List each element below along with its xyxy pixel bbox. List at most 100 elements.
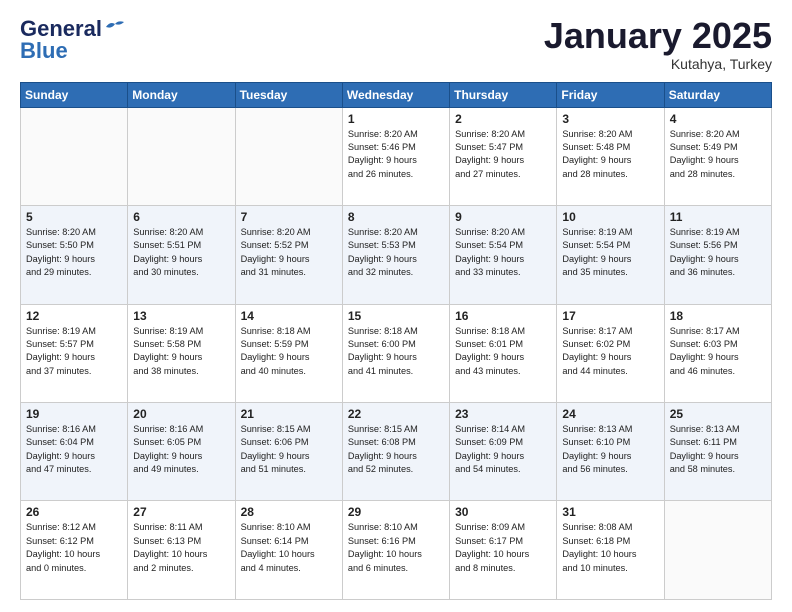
table-row: 18 Sunrise: 8:17 AM Sunset: 6:03 PM Dayli… xyxy=(664,304,771,402)
day-info: Sunrise: 8:20 AM Sunset: 5:48 PM Dayligh… xyxy=(562,128,658,181)
table-row: 1 Sunrise: 8:20 AM Sunset: 5:46 PM Daylig… xyxy=(342,107,449,205)
calendar-table: Sunday Monday Tuesday Wednesday Thursday… xyxy=(20,82,772,600)
day-number: 3 xyxy=(562,112,658,126)
col-monday: Monday xyxy=(128,82,235,107)
day-info: Sunrise: 8:20 AM Sunset: 5:51 PM Dayligh… xyxy=(133,226,229,279)
day-number: 5 xyxy=(26,210,122,224)
table-row: 3 Sunrise: 8:20 AM Sunset: 5:48 PM Daylig… xyxy=(557,107,664,205)
day-number: 27 xyxy=(133,505,229,519)
col-friday: Friday xyxy=(557,82,664,107)
day-number: 9 xyxy=(455,210,551,224)
col-tuesday: Tuesday xyxy=(235,82,342,107)
table-row: 6 Sunrise: 8:20 AM Sunset: 5:51 PM Daylig… xyxy=(128,206,235,304)
day-info: Sunrise: 8:20 AM Sunset: 5:52 PM Dayligh… xyxy=(241,226,337,279)
day-number: 24 xyxy=(562,407,658,421)
table-row: 2 Sunrise: 8:20 AM Sunset: 5:47 PM Daylig… xyxy=(450,107,557,205)
col-thursday: Thursday xyxy=(450,82,557,107)
day-number: 20 xyxy=(133,407,229,421)
day-number: 12 xyxy=(26,309,122,323)
day-number: 13 xyxy=(133,309,229,323)
day-number: 17 xyxy=(562,309,658,323)
col-wednesday: Wednesday xyxy=(342,82,449,107)
table-row: 16 Sunrise: 8:18 AM Sunset: 6:01 PM Dayli… xyxy=(450,304,557,402)
day-number: 21 xyxy=(241,407,337,421)
table-row: 7 Sunrise: 8:20 AM Sunset: 5:52 PM Daylig… xyxy=(235,206,342,304)
day-info: Sunrise: 8:15 AM Sunset: 6:06 PM Dayligh… xyxy=(241,423,337,476)
day-info: Sunrise: 8:19 AM Sunset: 5:54 PM Dayligh… xyxy=(562,226,658,279)
table-row xyxy=(21,107,128,205)
day-number: 16 xyxy=(455,309,551,323)
day-info: Sunrise: 8:08 AM Sunset: 6:18 PM Dayligh… xyxy=(562,521,658,574)
table-row: 22Sunrise: 8:15 AM Sunset: 6:08 PM Dayli… xyxy=(342,403,449,501)
day-info: Sunrise: 8:20 AM Sunset: 5:46 PM Dayligh… xyxy=(348,128,444,181)
location-subtitle: Kutahya, Turkey xyxy=(544,56,772,72)
day-info: Sunrise: 8:13 AM Sunset: 6:11 PM Dayligh… xyxy=(670,423,766,476)
table-row: 25 Sunrise: 8:13 AM Sunset: 6:11 PM Dayli… xyxy=(664,403,771,501)
table-row: 24 Sunrise: 8:13 AM Sunset: 6:10 PM Dayli… xyxy=(557,403,664,501)
day-number: 7 xyxy=(241,210,337,224)
day-info: Sunrise: 8:15 AM Sunset: 6:08 PM Dayligh… xyxy=(348,423,444,476)
day-info: Sunrise: 8:12 AM Sunset: 6:12 PM Dayligh… xyxy=(26,521,122,574)
day-number: 6 xyxy=(133,210,229,224)
day-number: 10 xyxy=(562,210,658,224)
day-number: 14 xyxy=(241,309,337,323)
day-info: Sunrise: 8:17 AM Sunset: 6:03 PM Dayligh… xyxy=(670,325,766,378)
col-saturday: Saturday xyxy=(664,82,771,107)
title-block: January 2025 Kutahya, Turkey xyxy=(544,16,772,72)
day-info: Sunrise: 8:17 AM Sunset: 6:02 PM Dayligh… xyxy=(562,325,658,378)
day-info: Sunrise: 8:20 AM Sunset: 5:53 PM Dayligh… xyxy=(348,226,444,279)
table-row xyxy=(235,107,342,205)
logo: General Blue xyxy=(20,16,126,64)
table-row: 15 Sunrise: 8:18 AM Sunset: 6:00 PM Dayli… xyxy=(342,304,449,402)
table-row: 20 Sunrise: 8:16 AM Sunset: 6:05 PM Dayli… xyxy=(128,403,235,501)
day-info: Sunrise: 8:19 AM Sunset: 5:56 PM Dayligh… xyxy=(670,226,766,279)
table-row: 28Sunrise: 8:10 AM Sunset: 6:14 PM Dayli… xyxy=(235,501,342,600)
day-info: Sunrise: 8:18 AM Sunset: 6:01 PM Dayligh… xyxy=(455,325,551,378)
month-title: January 2025 xyxy=(544,16,772,56)
day-info: Sunrise: 8:19 AM Sunset: 5:58 PM Dayligh… xyxy=(133,325,229,378)
day-number: 31 xyxy=(562,505,658,519)
table-row: 31 Sunrise: 8:08 AM Sunset: 6:18 PM Dayli… xyxy=(557,501,664,600)
logo-blue: Blue xyxy=(20,38,68,64)
day-info: Sunrise: 8:10 AM Sunset: 6:16 PM Dayligh… xyxy=(348,521,444,574)
col-sunday: Sunday xyxy=(21,82,128,107)
day-info: Sunrise: 8:16 AM Sunset: 6:04 PM Dayligh… xyxy=(26,423,122,476)
day-number: 8 xyxy=(348,210,444,224)
day-info: Sunrise: 8:10 AM Sunset: 6:14 PM Dayligh… xyxy=(241,521,337,574)
table-row: 17 Sunrise: 8:17 AM Sunset: 6:02 PM Dayli… xyxy=(557,304,664,402)
table-row: 14Sunrise: 8:18 AM Sunset: 5:59 PM Dayli… xyxy=(235,304,342,402)
table-row: 19 Sunrise: 8:16 AM Sunset: 6:04 PM Dayli… xyxy=(21,403,128,501)
day-info: Sunrise: 8:09 AM Sunset: 6:17 PM Dayligh… xyxy=(455,521,551,574)
day-info: Sunrise: 8:14 AM Sunset: 6:09 PM Dayligh… xyxy=(455,423,551,476)
table-row: 29 Sunrise: 8:10 AM Sunset: 6:16 PM Dayli… xyxy=(342,501,449,600)
day-info: Sunrise: 8:20 AM Sunset: 5:47 PM Dayligh… xyxy=(455,128,551,181)
table-row: 23 Sunrise: 8:14 AM Sunset: 6:09 PM Dayli… xyxy=(450,403,557,501)
day-number: 18 xyxy=(670,309,766,323)
day-number: 15 xyxy=(348,309,444,323)
table-row: 8 Sunrise: 8:20 AM Sunset: 5:53 PM Daylig… xyxy=(342,206,449,304)
header: General Blue January 2025 Kutahya, Turke… xyxy=(20,16,772,72)
day-info: Sunrise: 8:16 AM Sunset: 6:05 PM Dayligh… xyxy=(133,423,229,476)
day-number: 30 xyxy=(455,505,551,519)
table-row: 26Sunrise: 8:12 AM Sunset: 6:12 PM Dayli… xyxy=(21,501,128,600)
day-info: Sunrise: 8:20 AM Sunset: 5:49 PM Dayligh… xyxy=(670,128,766,181)
day-info: Sunrise: 8:20 AM Sunset: 5:54 PM Dayligh… xyxy=(455,226,551,279)
day-number: 25 xyxy=(670,407,766,421)
table-row: 10 Sunrise: 8:19 AM Sunset: 5:54 PM Dayli… xyxy=(557,206,664,304)
day-number: 19 xyxy=(26,407,122,421)
table-row: 27Sunrise: 8:11 AM Sunset: 6:13 PM Dayli… xyxy=(128,501,235,600)
day-number: 11 xyxy=(670,210,766,224)
table-row: 9 Sunrise: 8:20 AM Sunset: 5:54 PM Daylig… xyxy=(450,206,557,304)
table-row: 30 Sunrise: 8:09 AM Sunset: 6:17 PM Dayli… xyxy=(450,501,557,600)
day-number: 2 xyxy=(455,112,551,126)
calendar-header-row: Sunday Monday Tuesday Wednesday Thursday… xyxy=(21,82,772,107)
logo-bird-icon xyxy=(104,19,126,35)
table-row: 12Sunrise: 8:19 AM Sunset: 5:57 PM Dayli… xyxy=(21,304,128,402)
day-number: 29 xyxy=(348,505,444,519)
day-number: 23 xyxy=(455,407,551,421)
day-number: 4 xyxy=(670,112,766,126)
day-info: Sunrise: 8:13 AM Sunset: 6:10 PM Dayligh… xyxy=(562,423,658,476)
day-number: 1 xyxy=(348,112,444,126)
table-row: 4 Sunrise: 8:20 AM Sunset: 5:49 PM Daylig… xyxy=(664,107,771,205)
day-info: Sunrise: 8:18 AM Sunset: 6:00 PM Dayligh… xyxy=(348,325,444,378)
